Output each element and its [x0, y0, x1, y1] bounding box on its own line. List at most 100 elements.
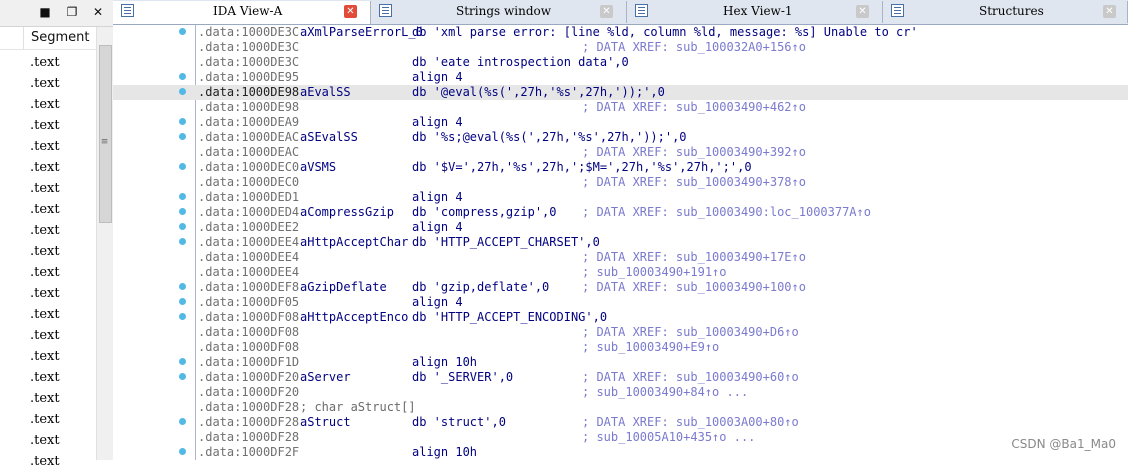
- breakpoint-dot-icon[interactable]: [179, 88, 186, 95]
- segment-name: .text: [30, 139, 60, 154]
- label-name[interactable]: aStruct: [300, 415, 351, 430]
- column-header[interactable]: Segment: [0, 27, 96, 50]
- close-tab-icon[interactable]: ✕: [600, 5, 613, 18]
- segment-name: .text: [30, 55, 60, 70]
- breakpoint-dot-icon[interactable]: [179, 448, 186, 455]
- label-name[interactable]: aGzipDeflate: [300, 280, 387, 295]
- breakpoint-dot-icon[interactable]: [179, 373, 186, 380]
- list-item[interactable]: .text: [0, 222, 96, 243]
- label-name[interactable]: aCompressGzip: [300, 205, 394, 220]
- structures-icon: [891, 4, 904, 17]
- disasm-line[interactable]: .data:1000DF28; char aStruct[]: [113, 400, 1128, 415]
- disasm-line[interactable]: .data:1000DE98 ; DATA XREF: sub_10003490+…: [113, 100, 1128, 115]
- disasm-line[interactable]: .data:1000DF28 aStruct db 'struct',0 ; DATA…: [113, 415, 1128, 430]
- disasm-line[interactable]: .data:1000DF20 ; sub_10003490+84↑o ...: [113, 385, 1128, 400]
- disasm-line[interactable]: .data:1000DED4 aCompressGzip db 'compress,…: [113, 205, 1128, 220]
- breakpoint-dot-icon[interactable]: [179, 118, 186, 125]
- label-name[interactable]: aVSMS: [300, 160, 336, 175]
- list-item[interactable]: .text: [0, 159, 96, 180]
- list-item[interactable]: .text: [0, 390, 96, 411]
- disasm-line[interactable]: .data:1000DF08 aHttpAcceptEnco db 'HTTP_AC…: [113, 310, 1128, 325]
- disasm-line[interactable]: .data:1000DEC0 ; DATA XREF: sub_10003490+…: [113, 175, 1128, 190]
- ida-view-icon: [121, 4, 134, 17]
- disasm-line[interactable]: .data:1000DEF8 aGzipDeflate db 'gzip,defla…: [113, 280, 1128, 295]
- breakpoint-dot-icon[interactable]: [179, 313, 186, 320]
- disasm-line[interactable]: .data:1000DEE2 align 4: [113, 220, 1128, 235]
- list-item[interactable]: .text: [0, 285, 96, 306]
- disasm-line[interactable]: .data:1000DF08 ; sub_10003490+E9↑o: [113, 340, 1128, 355]
- disasm-line[interactable]: .data:1000DF08 ; DATA XREF: sub_10003490+…: [113, 325, 1128, 340]
- breakpoint-dot-icon[interactable]: [179, 358, 186, 365]
- list-item[interactable]: .text: [0, 432, 96, 453]
- breakpoint-dot-icon[interactable]: [179, 298, 186, 305]
- address: .data:1000DF08: [198, 340, 300, 354]
- disasm-line[interactable]: .data:1000DE3C aXmlParseErrorL_0 db 'xml p…: [113, 25, 1128, 40]
- segment-name: .text: [30, 244, 60, 259]
- disasm-line[interactable]: .data:1000DEE4 ; sub_10003490+191↑o: [113, 265, 1128, 280]
- disasm-line[interactable]: .data:1000DEAC ; DATA XREF: sub_10003490+…: [113, 145, 1128, 160]
- disasm-line[interactable]: .data:1000DE3C db 'eate introspection dat…: [113, 55, 1128, 70]
- breakpoint-dot-icon[interactable]: [179, 283, 186, 290]
- label-name[interactable]: aServer: [300, 370, 351, 385]
- list-item[interactable]: .text: [0, 54, 96, 75]
- disasm-line[interactable]: .data:1000DF20 aServer db '_SERVER',0 ; DAT…: [113, 370, 1128, 385]
- disasm-line[interactable]: .data:1000DEE4 aHttpAcceptChar db 'HTTP_AC…: [113, 235, 1128, 250]
- breakpoint-dot-icon[interactable]: [179, 418, 186, 425]
- breakpoint-dot-icon[interactable]: [179, 73, 186, 80]
- breakpoint-dot-icon[interactable]: [179, 193, 186, 200]
- list-item[interactable]: .text: [0, 201, 96, 222]
- disasm-line[interactable]: .data:1000DEA9 align 4: [113, 115, 1128, 130]
- close-tab-icon[interactable]: ✕: [856, 5, 869, 18]
- breakpoint-dot-icon[interactable]: [179, 238, 186, 245]
- list-item[interactable]: .text: [0, 369, 96, 390]
- segment-name: .text: [30, 349, 60, 364]
- list-item[interactable]: .text: [0, 264, 96, 285]
- disassembly-view[interactable]: .data:1000DE3C aXmlParseErrorL_0 db 'xml p…: [113, 25, 1128, 460]
- breakpoint-dot-icon[interactable]: [179, 133, 186, 140]
- label-name[interactable]: aXmlParseErrorL_0: [300, 25, 423, 40]
- tab-strings-window[interactable]: Strings window ✕: [371, 1, 627, 23]
- list-item[interactable]: .text: [0, 117, 96, 138]
- list-item[interactable]: .text: [0, 327, 96, 348]
- list-item[interactable]: .text: [0, 411, 96, 432]
- tab-hex-view[interactable]: Hex View-1 ✕: [627, 1, 883, 23]
- disasm-line[interactable]: .data:1000DEE4 ; DATA XREF: sub_10003490+…: [113, 250, 1128, 265]
- label-name[interactable]: aHttpAcceptChar: [300, 235, 408, 250]
- list-item[interactable]: .text: [0, 96, 96, 117]
- breakpoint-dot-icon[interactable]: [179, 163, 186, 170]
- disasm-line[interactable]: .data:1000DE98 aEvalSS db '@eval(%s(',27h,…: [113, 85, 1128, 100]
- list-item[interactable]: .text: [0, 138, 96, 159]
- disasm-line[interactable]: .data:1000DF28 ; sub_10005A10+435↑o ...: [113, 430, 1128, 445]
- list-item[interactable]: .text: [0, 453, 96, 474]
- close-icon[interactable]: ✕: [90, 4, 106, 20]
- disasm-line[interactable]: .data:1000DE95 align 4: [113, 70, 1128, 85]
- disasm-line[interactable]: .data:1000DEC0 aVSMS db '$V=',27h,'%s',27h…: [113, 160, 1128, 175]
- minimize-icon[interactable]: ■: [37, 4, 53, 20]
- disasm-line[interactable]: .data:1000DED1 align 4: [113, 190, 1128, 205]
- close-tab-icon[interactable]: ✕: [1103, 5, 1116, 18]
- list-item[interactable]: .text: [0, 348, 96, 369]
- label-name[interactable]: aHttpAcceptEnco: [300, 310, 408, 325]
- list-item[interactable]: .text: [0, 75, 96, 96]
- vertical-scrollbar[interactable]: ≡: [96, 27, 113, 460]
- tab-structures[interactable]: Structures ✕: [883, 1, 1128, 23]
- list-item[interactable]: .text: [0, 180, 96, 201]
- breakpoint-dot-icon[interactable]: [179, 208, 186, 215]
- instruction: db 'eate introspection data',0: [412, 55, 629, 69]
- disasm-line[interactable]: .data:1000DE3C ; DATA XREF: sub_100032A0+…: [113, 40, 1128, 55]
- instruction: align 10h: [412, 355, 478, 369]
- disasm-line[interactable]: .data:1000DEAC aSEvalSS db '%s;@eval(%s(',…: [113, 130, 1128, 145]
- disasm-line[interactable]: .data:1000DF1D align 10h: [113, 355, 1128, 370]
- disasm-line[interactable]: .data:1000DF2F align 10h: [113, 445, 1128, 460]
- close-tab-icon[interactable]: ✕: [344, 5, 357, 18]
- list-item[interactable]: .text: [0, 306, 96, 327]
- tab-ida-view-a[interactable]: IDA View-A ✕: [113, 1, 371, 24]
- scrollbar-thumb[interactable]: [99, 45, 112, 223]
- breakpoint-dot-icon[interactable]: [179, 223, 186, 230]
- breakpoint-dot-icon[interactable]: [179, 28, 186, 35]
- list-item[interactable]: .text: [0, 243, 96, 264]
- label-name[interactable]: aSEvalSS: [300, 130, 358, 145]
- disasm-line[interactable]: .data:1000DF05 align 4: [113, 295, 1128, 310]
- label-name[interactable]: aEvalSS: [300, 85, 351, 100]
- restore-icon[interactable]: ❐: [64, 4, 80, 20]
